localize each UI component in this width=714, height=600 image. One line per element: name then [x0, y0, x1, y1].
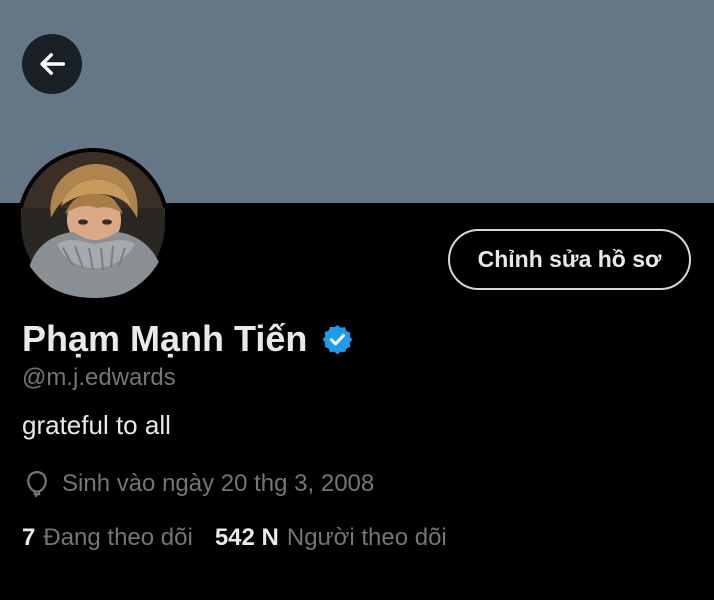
following-label: Đang theo dõi [43, 524, 193, 551]
followers-count: 542 N [214, 524, 279, 551]
user-handle: @m.j.edwards [22, 364, 176, 391]
following-link[interactable]: 7 Đang theo dõi [22, 524, 193, 552]
back-button[interactable] [22, 34, 82, 94]
display-name: Phạm Mạnh Tiến [22, 318, 308, 359]
verified-badge-icon[interactable] [321, 323, 354, 356]
balloon-icon [27, 470, 47, 497]
follow-stats: 7 Đang theo dõi 542 N Người theo dõi [22, 522, 447, 554]
name-row: Phạm Mạnh Tiến [22, 316, 354, 362]
profile-page: Chỉnh sửa hồ sơ Phạm Mạnh Tiến @m.j.edwa… [0, 0, 714, 600]
followers-link[interactable]: 542 N Người theo dõi [215, 524, 447, 552]
avatar[interactable] [17, 148, 169, 300]
following-count: 7 [22, 524, 36, 551]
birthday-text: Sinh vào ngày 20 thg 3, 2008 [62, 470, 375, 497]
edit-profile-button[interactable]: Chỉnh sửa hồ sơ [448, 229, 691, 290]
followers-label: Người theo dõi [286, 524, 447, 551]
birthday-row: Sinh vào ngày 20 thg 3, 2008 [22, 468, 374, 500]
bio-text: grateful to all [22, 410, 171, 440]
profile-photo [17, 148, 169, 300]
arrow-left-icon [40, 53, 66, 75]
